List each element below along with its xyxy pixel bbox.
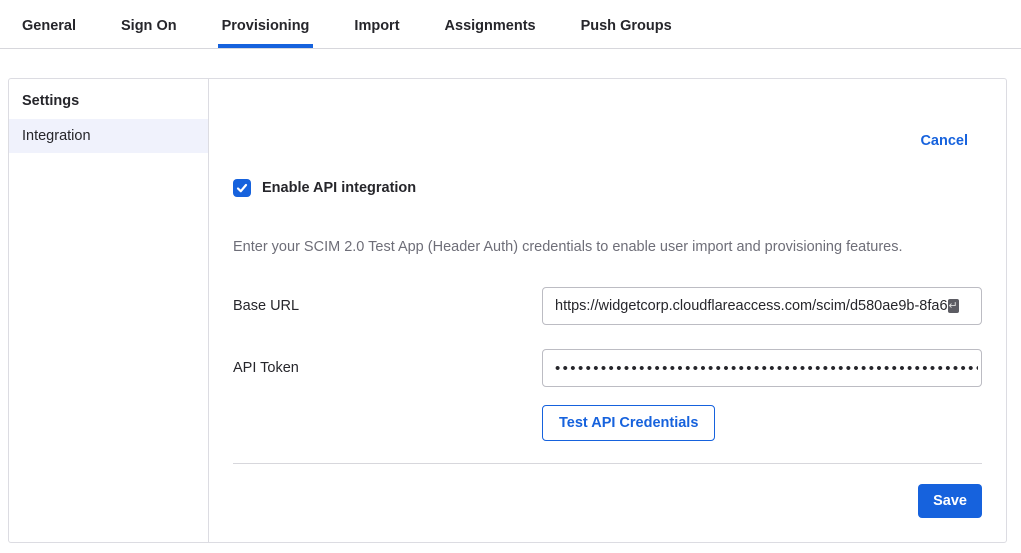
cancel-link[interactable]: Cancel: [920, 133, 968, 149]
tab-push-groups[interactable]: Push Groups: [577, 18, 676, 48]
base-url-value: https://widgetcorp.cloudflareaccess.com/…: [555, 298, 948, 314]
settings-sidebar: Settings Integration: [9, 79, 209, 542]
enable-api-integration-checkbox[interactable]: [233, 179, 251, 197]
sidebar-heading: Settings: [9, 85, 208, 119]
tab-provisioning[interactable]: Provisioning: [218, 18, 314, 48]
base-url-input[interactable]: https://widgetcorp.cloudflareaccess.com/…: [542, 287, 982, 325]
form-header-row: Cancel: [209, 79, 1006, 149]
app-tab-bar: General Sign On Provisioning Import Assi…: [0, 0, 1021, 49]
enable-api-integration-label: Enable API integration: [262, 180, 416, 196]
integration-form: Cancel Enable API integration Enter your…: [209, 79, 1006, 542]
checkmark-icon: [236, 182, 248, 194]
api-token-input[interactable]: ••••••••••••••••••••••••••••••••••••••••…: [542, 349, 982, 387]
base-url-label: Base URL: [233, 298, 542, 314]
tab-general[interactable]: General: [18, 18, 80, 48]
api-token-masked-value: ••••••••••••••••••••••••••••••••••••••••…: [555, 360, 978, 377]
provisioning-panel: Settings Integration Cancel Enable API i…: [8, 78, 1007, 543]
base-url-row: Base URL https://widgetcorp.cloudflareac…: [233, 287, 982, 325]
tab-assignments[interactable]: Assignments: [441, 18, 540, 48]
api-token-row: API Token ••••••••••••••••••••••••••••••…: [233, 349, 982, 387]
form-footer-row: Save: [209, 464, 1006, 518]
hidden-character-indicator: ↵: [948, 299, 959, 313]
test-api-credentials-button[interactable]: Test API Credentials: [542, 405, 715, 441]
enable-api-integration-row: Enable API integration: [233, 179, 1006, 197]
test-credentials-row: Test API Credentials: [542, 405, 982, 441]
tab-import[interactable]: Import: [350, 18, 403, 48]
credentials-description: Enter your SCIM 2.0 Test App (Header Aut…: [233, 239, 982, 255]
tab-sign-on[interactable]: Sign On: [117, 18, 181, 48]
save-button[interactable]: Save: [918, 484, 982, 518]
api-token-label: API Token: [233, 360, 542, 376]
sidebar-item-integration[interactable]: Integration: [9, 119, 208, 153]
